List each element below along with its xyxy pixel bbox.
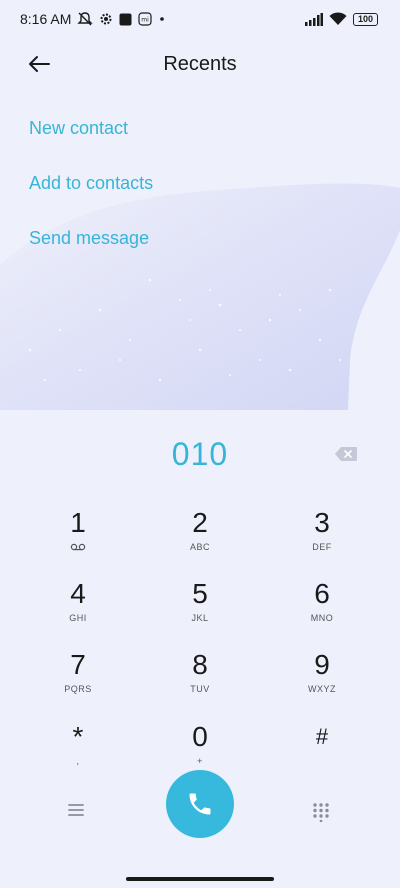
header: Recents	[0, 44, 400, 84]
status-bar: 8:16 AM mi 100	[0, 0, 400, 38]
settings-gear-icon	[99, 12, 113, 26]
signal-icon	[305, 12, 323, 26]
key-digit: 7	[70, 649, 86, 680]
keypad-icon	[313, 803, 329, 823]
mi-icon: mi	[138, 12, 152, 26]
keypad-button[interactable]	[312, 802, 336, 826]
voicemail-icon	[70, 543, 86, 551]
key-letters: JKL	[191, 613, 209, 623]
key-letters: MNO	[310, 613, 334, 623]
backspace-button[interactable]	[334, 446, 358, 464]
arrow-left-icon	[29, 56, 50, 72]
battery-icon: 100	[353, 12, 378, 26]
status-right: 100	[305, 12, 378, 26]
key-letters: GHI	[69, 613, 87, 623]
phone-icon	[189, 793, 211, 815]
key-letters: ,	[76, 756, 80, 766]
home-indicator[interactable]	[126, 877, 274, 881]
add-to-contacts-link[interactable]: Add to contacts	[29, 173, 153, 194]
key-digit: 3	[314, 507, 330, 538]
key-2[interactable]: 2 ABC	[145, 506, 255, 568]
menu-button[interactable]	[66, 802, 90, 826]
key-letters: DEF	[312, 542, 332, 552]
new-contact-link[interactable]: New contact	[29, 118, 128, 139]
decorative-wave	[0, 183, 400, 410]
key-digit: 0	[192, 721, 208, 752]
status-time: 8:16 AM	[20, 11, 72, 27]
key-6[interactable]: 6 MNO	[267, 577, 377, 639]
mute-icon	[77, 11, 94, 27]
key-4[interactable]: 4 GHI	[23, 577, 133, 639]
key-digit: #	[315, 724, 329, 749]
svg-text:mi: mi	[142, 17, 150, 24]
call-button[interactable]	[166, 770, 234, 838]
key-letters: PQRS	[64, 684, 92, 694]
key-9[interactable]: 9 WXYZ	[267, 648, 377, 710]
page-title: Recents	[163, 52, 237, 75]
key-letters: TUV	[190, 684, 210, 694]
key-letters: +	[197, 756, 203, 766]
status-left: 8:16 AM mi	[20, 11, 166, 27]
back-button[interactable]	[24, 52, 54, 76]
key-letters: ABC	[189, 542, 210, 552]
backspace-icon	[335, 447, 357, 461]
key-3[interactable]: 3 DEF	[267, 506, 377, 568]
key-5[interactable]: 5 JKL	[145, 577, 255, 639]
dot-icon	[158, 15, 166, 23]
square-app-icon	[119, 13, 132, 26]
key-star[interactable]: * ,	[23, 720, 133, 782]
key-digit: 8	[192, 649, 208, 680]
key-digit: 4	[70, 578, 86, 609]
key-digit: 2	[192, 507, 208, 538]
key-1[interactable]: 1	[23, 506, 133, 568]
key-digit: 1	[70, 507, 86, 538]
menu-icon	[68, 804, 84, 816]
key-letters: WXYZ	[308, 684, 336, 694]
key-hash[interactable]: #	[267, 720, 377, 782]
key-digit: 5	[192, 578, 208, 609]
send-message-link[interactable]: Send message	[29, 228, 149, 249]
key-digit: *	[72, 721, 84, 752]
key-8[interactable]: 8 TUV	[145, 648, 255, 710]
key-digit: 9	[314, 649, 330, 680]
wifi-icon	[329, 12, 347, 26]
key-7[interactable]: 7 PQRS	[23, 648, 133, 710]
key-digit: 6	[314, 578, 330, 609]
